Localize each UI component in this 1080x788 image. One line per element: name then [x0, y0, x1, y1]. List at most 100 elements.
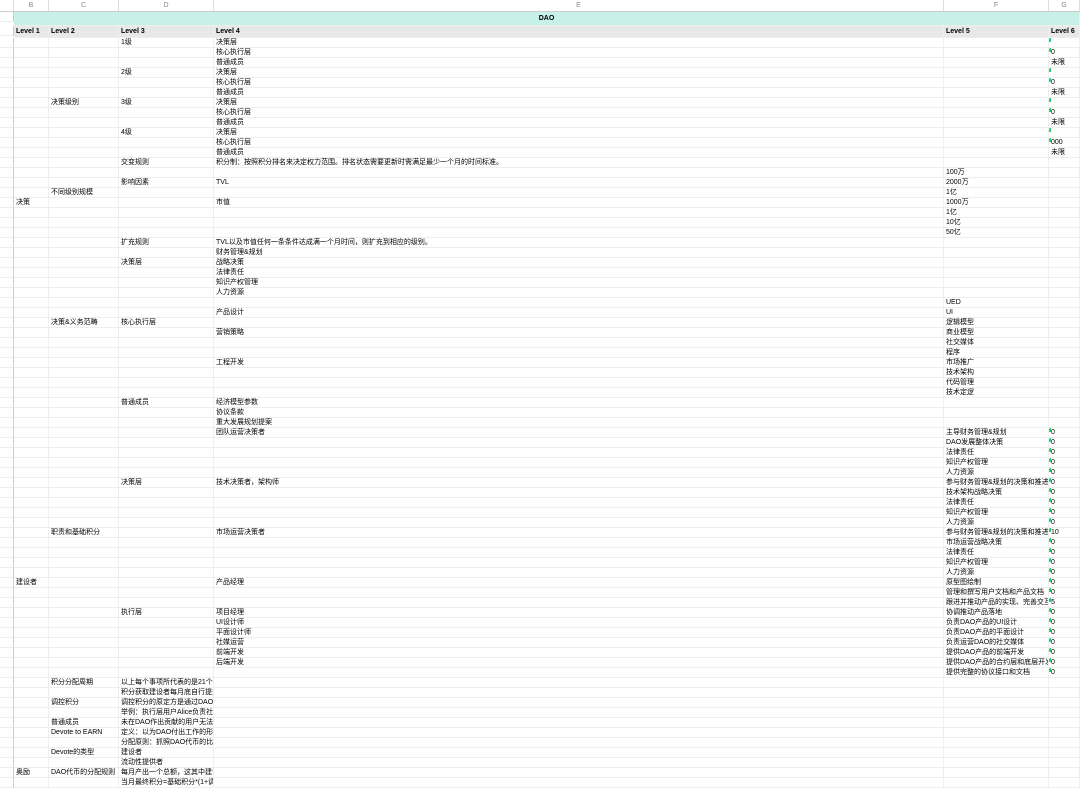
cell-d[interactable]: 决策层: [119, 478, 214, 488]
cell-b[interactable]: [14, 368, 49, 378]
cell-c[interactable]: [49, 408, 119, 418]
cell-d[interactable]: 决策层: [119, 258, 214, 268]
cell-f[interactable]: [944, 148, 1049, 158]
cell-e[interactable]: [214, 498, 944, 508]
cell-e[interactable]: TVL: [214, 178, 944, 188]
cell-e[interactable]: [214, 698, 944, 708]
cell-e[interactable]: 技术决策者，架构师: [214, 478, 944, 488]
cell-b[interactable]: [14, 348, 49, 358]
cell-g[interactable]: [1049, 748, 1080, 758]
cell-e[interactable]: 平面设计师: [214, 628, 944, 638]
cell-e[interactable]: 知识产权管理: [214, 278, 944, 288]
cell-f[interactable]: [944, 88, 1049, 98]
row-number[interactable]: [0, 158, 14, 168]
header-level1[interactable]: Level 1: [14, 26, 49, 38]
row-number[interactable]: [0, 12, 14, 22]
cell-f[interactable]: 管理和撰写用户文档和产品文档: [944, 588, 1049, 598]
cell-g[interactable]: [1049, 698, 1080, 708]
cell-c[interactable]: [49, 78, 119, 88]
cell-g[interactable]: [1049, 208, 1080, 218]
cell-e[interactable]: 普通成员: [214, 58, 944, 68]
cell-d[interactable]: [119, 428, 214, 438]
cell-g[interactable]: [1049, 388, 1080, 398]
cell-e[interactable]: [214, 378, 944, 388]
cell-e[interactable]: [214, 518, 944, 528]
cell-b[interactable]: [14, 738, 49, 748]
cell-b[interactable]: [14, 338, 49, 348]
cell-f[interactable]: 知识产权管理: [944, 508, 1049, 518]
cell-f[interactable]: [944, 158, 1049, 168]
cell-f[interactable]: 负责DAO产品的平面设计: [944, 628, 1049, 638]
cell-e[interactable]: 战略决策: [214, 258, 944, 268]
row-number[interactable]: [0, 698, 14, 708]
row-number[interactable]: [0, 548, 14, 558]
cell-c[interactable]: [49, 518, 119, 528]
cell-c[interactable]: [49, 758, 119, 768]
cell-f[interactable]: 法律责任: [944, 548, 1049, 558]
cell-c[interactable]: [49, 338, 119, 348]
row-number[interactable]: [0, 198, 14, 208]
cell-f[interactable]: 提供完整的协议接口和文档: [944, 668, 1049, 678]
row-number[interactable]: [0, 448, 14, 458]
cell-c[interactable]: [49, 288, 119, 298]
cell-b[interactable]: [14, 38, 49, 48]
cell-g[interactable]: [1049, 248, 1080, 258]
cell-e[interactable]: 财务管理&规划: [214, 248, 944, 258]
cell-f[interactable]: 法律责任: [944, 448, 1049, 458]
row-number[interactable]: [0, 628, 14, 638]
cell-b[interactable]: [14, 398, 49, 408]
cell-e[interactable]: 协议条款: [214, 408, 944, 418]
row-number[interactable]: [0, 398, 14, 408]
cell-d[interactable]: 执行层: [119, 608, 214, 618]
cell-g[interactable]: [1049, 308, 1080, 318]
cell-e[interactable]: 决策层: [214, 68, 944, 78]
cell-c[interactable]: [49, 118, 119, 128]
cell-c[interactable]: [49, 478, 119, 488]
cell-b[interactable]: [14, 608, 49, 618]
cell-e[interactable]: [214, 338, 944, 348]
cell-d[interactable]: [119, 528, 214, 538]
cell-e[interactable]: [214, 438, 944, 448]
cell-e[interactable]: 决策层: [214, 98, 944, 108]
cell-g[interactable]: 0: [1049, 478, 1080, 488]
row-number[interactable]: [0, 428, 14, 438]
cell-g[interactable]: 0: [1049, 578, 1080, 588]
row-number[interactable]: [0, 168, 14, 178]
row-number[interactable]: [0, 138, 14, 148]
cell-g[interactable]: 5: [1049, 598, 1080, 608]
cell-d[interactable]: [119, 418, 214, 428]
cell-g[interactable]: [1049, 128, 1080, 138]
row-number[interactable]: [0, 368, 14, 378]
cell-e[interactable]: [214, 748, 944, 758]
row-number[interactable]: [0, 758, 14, 768]
cell-f[interactable]: 100万: [944, 168, 1049, 178]
row-number[interactable]: [0, 478, 14, 488]
cell-g[interactable]: 0: [1049, 648, 1080, 658]
col-header-D[interactable]: D: [119, 0, 214, 11]
cell-c[interactable]: [49, 398, 119, 408]
cell-e[interactable]: 产品设计: [214, 308, 944, 318]
cell-f[interactable]: 商业模型: [944, 328, 1049, 338]
cell-d[interactable]: [119, 638, 214, 648]
row-number[interactable]: [0, 738, 14, 748]
row-number[interactable]: [0, 58, 14, 68]
cell-c[interactable]: [49, 578, 119, 588]
cell-g[interactable]: [1049, 258, 1080, 268]
cell-c[interactable]: [49, 308, 119, 318]
cell-c[interactable]: [49, 268, 119, 278]
cell-c[interactable]: [49, 508, 119, 518]
cell-b[interactable]: [14, 248, 49, 258]
cell-b[interactable]: [14, 218, 49, 228]
cell-b[interactable]: [14, 678, 49, 688]
cell-b[interactable]: [14, 648, 49, 658]
cell-g[interactable]: 未限: [1049, 118, 1080, 128]
cell-b[interactable]: [14, 58, 49, 68]
cell-b[interactable]: [14, 718, 49, 728]
cell-d[interactable]: [119, 88, 214, 98]
cell-f[interactable]: UED: [944, 298, 1049, 308]
row-number[interactable]: [0, 98, 14, 108]
cell-c[interactable]: [49, 248, 119, 258]
cell-g[interactable]: 0: [1049, 488, 1080, 498]
cell-e[interactable]: [214, 758, 944, 768]
cell-d[interactable]: [119, 348, 214, 358]
